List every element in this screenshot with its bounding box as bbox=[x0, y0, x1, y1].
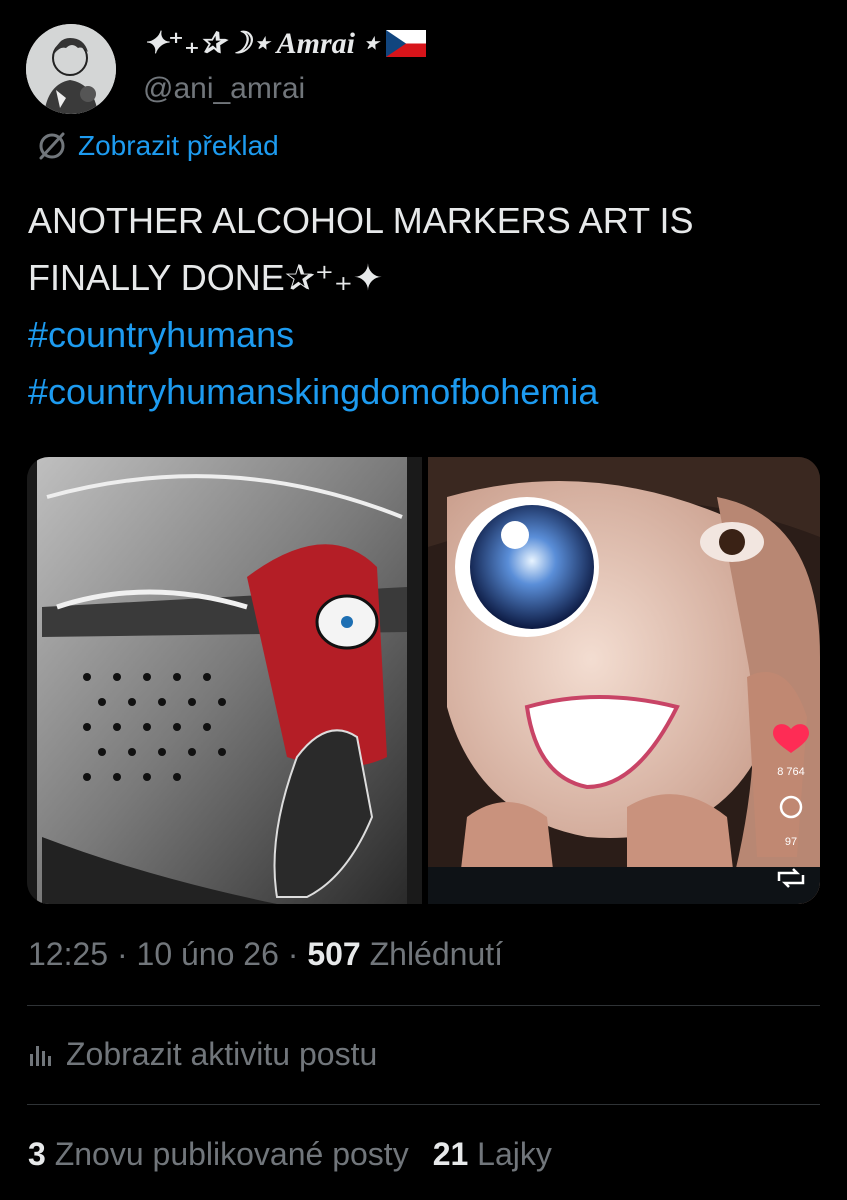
knight-helmet-drawing bbox=[27, 457, 422, 904]
czech-flag-icon bbox=[385, 30, 426, 57]
likes-label: Lajky bbox=[477, 1136, 552, 1172]
post-time: 12:25 bbox=[28, 936, 109, 972]
view-activity-button[interactable]: Zobrazit aktivitu postu bbox=[28, 1036, 377, 1073]
user-handle[interactable]: @ani_amrai bbox=[143, 72, 305, 106]
comment-count: 97 bbox=[785, 836, 797, 848]
avatar[interactable] bbox=[26, 24, 116, 114]
divider-bottom bbox=[27, 1104, 820, 1105]
post-meta: 12:25 · 10 úno 26 · 507 Zhlédnutí bbox=[28, 936, 504, 972]
display-name-prefix: ✦⁺₊✰☽⋆ bbox=[143, 27, 271, 60]
doll-mask-photo bbox=[428, 457, 820, 904]
media-images: 8 764 97 bbox=[27, 457, 820, 904]
translate-link[interactable]: Zobrazit překlad bbox=[36, 130, 279, 162]
hashtag-countryhumans[interactable]: #countryhumans bbox=[28, 306, 818, 363]
tweet-text: ANOTHER ALCOHOL MARKERS ART IS FINALLY D… bbox=[28, 192, 818, 420]
bar-chart-icon bbox=[30, 1045, 51, 1066]
repost-count: 3 bbox=[28, 1136, 46, 1172]
display-name[interactable]: ✦⁺₊✰☽⋆ Amrai ⋆ bbox=[143, 26, 426, 61]
display-name-text: Amrai bbox=[276, 26, 355, 60]
engagement-stats: 3 Znovu publikované posty 21 Lajky bbox=[28, 1136, 552, 1173]
reposts-label: Znovu publikované posty bbox=[54, 1136, 409, 1172]
divider-top bbox=[27, 1005, 820, 1006]
like-count-stat: 21 bbox=[432, 1136, 469, 1172]
media-grid[interactable]: 8 764 97 bbox=[27, 457, 820, 904]
display-name-suffix: ⋆ bbox=[360, 27, 380, 60]
translate-label: Zobrazit překlad bbox=[78, 130, 279, 161]
view-count: 507 bbox=[307, 936, 361, 972]
activity-label: Zobrazit aktivitu postu bbox=[66, 1036, 378, 1072]
view-label: Zhlédnutí bbox=[369, 936, 504, 972]
tweet-line-1: ANOTHER ALCOHOL MARKERS ART IS bbox=[28, 200, 694, 241]
post-date: 10 úno 26 bbox=[136, 936, 279, 972]
likes-stat[interactable]: 21 Lajky bbox=[433, 1136, 552, 1172]
avatar-image bbox=[26, 24, 116, 114]
translate-icon bbox=[39, 132, 65, 160]
like-count: 8 764 bbox=[777, 766, 805, 778]
reposts-stat[interactable]: 3 Znovu publikované posty bbox=[28, 1136, 409, 1172]
hashtag-countryhumanskingdomofbohemia[interactable]: #countryhumanskingdomofbohemia bbox=[28, 363, 818, 420]
tweet-line-2: FINALLY DONE✰⁺₊✦ bbox=[28, 257, 384, 298]
